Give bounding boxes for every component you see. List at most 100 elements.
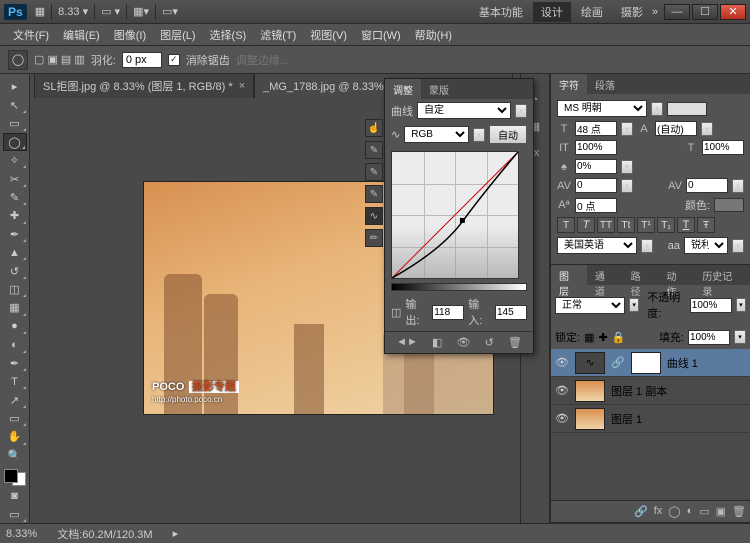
workspace-photo[interactable]: 摄影 [613, 2, 651, 22]
curve-tool-icon[interactable]: ∿ [365, 207, 383, 225]
adjustment-icon[interactable]: ◐ [687, 505, 694, 518]
layer-name[interactable]: 曲线 1 [667, 355, 698, 371]
layer-row[interactable]: 👁 图层 1 [551, 405, 750, 433]
quickmask-icon[interactable]: ◙ [3, 487, 27, 504]
heal-tool[interactable]: ✚ [3, 207, 27, 224]
menu-image[interactable]: 图像(I) [107, 25, 153, 45]
group-icon[interactable]: ▭ [699, 505, 709, 518]
font-size-input[interactable] [575, 121, 617, 136]
crop-tool[interactable]: ✂ [3, 170, 27, 187]
lock-all-icon[interactable]: 🔒 [612, 331, 626, 344]
workspace-more-icon[interactable]: » [652, 6, 658, 18]
hand-tool[interactable]: ✋ [3, 428, 27, 445]
smallcaps-button[interactable]: Tt [617, 217, 635, 233]
history-brush-tool[interactable]: ↺ [3, 262, 27, 279]
visibility-icon[interactable]: 👁 [555, 412, 569, 425]
opacity-input[interactable] [690, 298, 732, 313]
tool-preset-icon[interactable]: ◯ [8, 50, 28, 70]
gray-point-icon[interactable]: ✎ [365, 163, 383, 181]
arrange-icon[interactable]: ▦▾ [133, 5, 149, 18]
underline-button[interactable]: T [677, 217, 695, 233]
mask-thumb[interactable] [631, 352, 661, 374]
caps-button[interactable]: TT [597, 217, 615, 233]
view-icon[interactable]: ▭ ▾ [101, 5, 120, 18]
status-arrow-icon[interactable]: ▸ [173, 527, 179, 540]
zoom-tool[interactable]: 🔍 [3, 447, 27, 464]
tab-paragraph[interactable]: 段落 [587, 74, 623, 94]
tab-layers[interactable]: 图层 [551, 265, 587, 285]
clip-icon[interactable]: ◫ [391, 306, 401, 319]
wand-tool[interactable]: ✧ [3, 152, 27, 169]
mask-icon[interactable]: ◯ [668, 505, 680, 518]
status-zoom[interactable]: 8.33% [6, 528, 37, 540]
workspace-design[interactable]: 设计 [533, 2, 571, 22]
workspace-paint[interactable]: 绘画 [573, 2, 611, 22]
close-tab-icon[interactable]: × [239, 80, 245, 92]
workspace-basic[interactable]: 基本功能 [471, 2, 531, 22]
move-tool[interactable]: ↖ [3, 96, 27, 113]
layer-name[interactable]: 图层 1 副本 [611, 383, 667, 399]
visibility-icon[interactable]: 👁 [555, 384, 569, 397]
input-input[interactable] [495, 305, 527, 320]
pencil-tool-icon[interactable]: ✏ [365, 229, 383, 247]
eraser-tool[interactable]: ◫ [3, 281, 27, 298]
lock-pixels-icon[interactable]: ▦ [584, 331, 594, 344]
menu-window[interactable]: 窗口(W) [354, 25, 408, 45]
target-adjust-icon[interactable]: ☝ [365, 119, 383, 137]
minimize-button[interactable]: — [664, 4, 690, 20]
tab-character[interactable]: 字符 [551, 74, 587, 94]
layer-row[interactable]: 👁 图层 1 副本 [551, 377, 750, 405]
white-point-icon[interactable]: ✎ [365, 185, 383, 203]
visibility-icon[interactable]: 👁 [555, 356, 569, 369]
reset-icon[interactable]: ↺ [485, 336, 494, 349]
menu-edit[interactable]: 编辑(E) [56, 25, 107, 45]
screen-mode-icon[interactable]: ▭▾ [162, 5, 178, 18]
curves-panel[interactable]: 调整 蒙版 曲线 自定▾ ∿ RGB▾ 自动 ☝ ✎ ✎ ✎ ∿ ✏ ◫ 输出: [384, 78, 534, 354]
bridge-icon[interactable]: ▦ [35, 5, 45, 18]
menu-help[interactable]: 帮助(H) [408, 25, 459, 45]
delete-icon[interactable]: 🗑 [732, 505, 746, 518]
menu-file[interactable]: 文件(F) [6, 25, 56, 45]
expand-icon[interactable]: ◄► [396, 336, 418, 349]
layer-thumb[interactable] [575, 408, 605, 430]
baseline-input[interactable] [575, 198, 617, 213]
screenmode-icon[interactable]: ▭ [3, 506, 27, 523]
leading-input[interactable] [655, 121, 697, 136]
fill-input[interactable] [688, 330, 730, 345]
blend-mode-select[interactable]: 正常 [555, 297, 625, 314]
color-swatch[interactable] [4, 469, 26, 486]
menu-filter[interactable]: 滤镜(T) [253, 25, 303, 45]
tab-adjustments[interactable]: 调整 [385, 79, 421, 99]
font-style-select[interactable] [667, 102, 707, 116]
menu-layer[interactable]: 图层(L) [153, 25, 202, 45]
adjustment-thumb[interactable]: ∿ [575, 352, 605, 374]
status-doc[interactable]: 文档:60.2M/120.3M [57, 526, 152, 542]
layer-thumb[interactable] [575, 380, 605, 402]
kerning2-input[interactable] [686, 178, 728, 193]
vscale-input[interactable] [575, 140, 617, 155]
channel-select[interactable]: RGB [404, 126, 469, 143]
maximize-button[interactable]: ☐ [692, 4, 718, 20]
kerning-input[interactable] [575, 178, 617, 193]
strike-button[interactable]: Ŧ [697, 217, 715, 233]
bold-button[interactable]: T [557, 217, 575, 233]
tab-history[interactable]: 历史记录 [694, 265, 750, 285]
link-layers-icon[interactable]: 🔗 [634, 505, 648, 518]
sub-button[interactable]: T₁ [657, 217, 675, 233]
feather-input[interactable] [122, 52, 162, 68]
dropdown-icon[interactable]: ▾ [651, 102, 663, 116]
tab-masks[interactable]: 蒙版 [421, 79, 457, 99]
selection-mode-icons[interactable]: ▢ ▣ ▤ ▥ [34, 53, 85, 66]
lock-position-icon[interactable]: ✚ [598, 331, 607, 344]
tab-actions[interactable]: 动作 [658, 265, 694, 285]
output-input[interactable] [432, 305, 464, 320]
clip-layer-icon[interactable]: ◧ [432, 336, 442, 349]
hscale-input[interactable] [702, 140, 744, 155]
curves-graph[interactable] [391, 151, 519, 279]
layer-row[interactable]: 👁 ∿ 🔗 曲线 1 [551, 349, 750, 377]
close-button[interactable]: ✕ [720, 4, 746, 20]
menu-view[interactable]: 视图(V) [303, 25, 354, 45]
italic-button[interactable]: T [577, 217, 595, 233]
tab-paths[interactable]: 路径 [623, 265, 659, 285]
black-point-icon[interactable]: ✎ [365, 141, 383, 159]
